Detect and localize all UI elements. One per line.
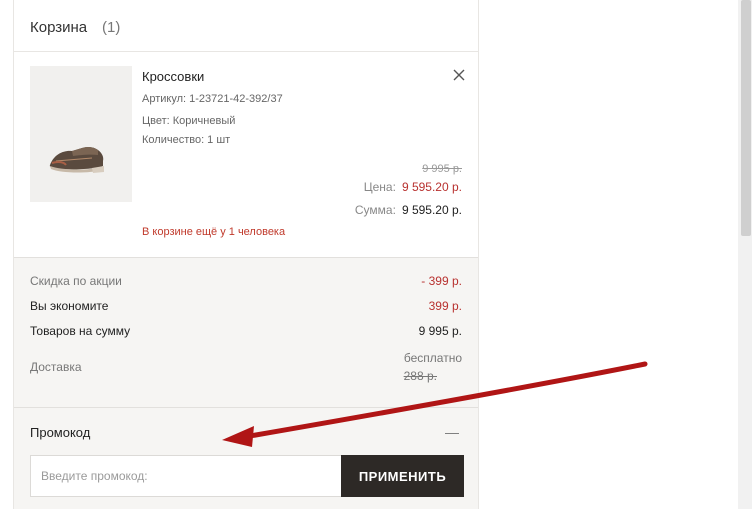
discount-label: Скидка по акции bbox=[30, 274, 122, 288]
discount-row: Скидка по акции - 399 р. bbox=[30, 274, 462, 292]
product-quantity: Количество: 1 шт bbox=[142, 134, 231, 146]
sum-value: 9 595.20 р. bbox=[401, 203, 462, 217]
scrollbar[interactable] bbox=[738, 0, 752, 509]
cart-title: Корзина bbox=[30, 19, 88, 36]
total-row: Товаров на сумму 9 995 р. bbox=[30, 324, 462, 342]
delivery-value: бесплатно bbox=[403, 351, 462, 365]
sum-row: Сумма: 9 595.20 р. bbox=[355, 203, 462, 217]
promo-input[interactable] bbox=[30, 455, 342, 497]
close-icon[interactable] bbox=[450, 66, 468, 84]
old-price: 9 995 р. bbox=[422, 163, 462, 175]
product-image[interactable] bbox=[30, 66, 132, 202]
cart-panel: Корзина (1) Кроссовки Артикул: 1-23721-4… bbox=[13, 0, 479, 509]
promo-title: Промокод bbox=[30, 425, 91, 440]
price-value: 9 595.20 р. bbox=[401, 180, 462, 194]
discount-value: - 399 р. bbox=[421, 274, 462, 288]
apply-promo-button[interactable]: ПРИМЕНИТЬ bbox=[341, 455, 464, 497]
product-color: Цвет: Коричневый bbox=[142, 115, 236, 127]
price-label: Цена: bbox=[363, 180, 396, 194]
sneaker-image bbox=[49, 146, 104, 173]
product-name[interactable]: Кроссовки bbox=[142, 69, 204, 84]
cart-header: Корзина (1) bbox=[14, 0, 478, 52]
price-row: Цена: 9 595.20 р. bbox=[364, 180, 462, 194]
delivery-row: Доставка bbox=[30, 360, 462, 378]
stock-note: В корзине ещё у 1 человека bbox=[142, 226, 286, 238]
delivery-old-price: 288 р. bbox=[403, 369, 437, 383]
product-article: Артикул: 1-23721-42-392/37 bbox=[142, 93, 283, 105]
savings-row: Вы экономите 399 р. bbox=[30, 299, 462, 317]
collapse-icon[interactable]: — bbox=[445, 424, 459, 440]
scroll-thumb[interactable] bbox=[741, 0, 751, 236]
order-summary: Скидка по акции - 399 р. Вы экономите 39… bbox=[14, 257, 478, 407]
savings-value: 399 р. bbox=[428, 299, 462, 313]
delivery-label: Доставка bbox=[30, 360, 82, 374]
savings-label: Вы экономите bbox=[30, 299, 109, 313]
sum-label: Сумма: bbox=[354, 203, 396, 217]
cart-count: (1) bbox=[102, 19, 121, 36]
cart-item: Кроссовки Артикул: 1-23721-42-392/37 Цве… bbox=[14, 52, 478, 258]
total-value: 9 995 р. bbox=[418, 324, 462, 338]
promo-section: Промокод — ПРИМЕНИТЬ bbox=[14, 407, 478, 509]
total-label: Товаров на сумму bbox=[30, 324, 131, 338]
